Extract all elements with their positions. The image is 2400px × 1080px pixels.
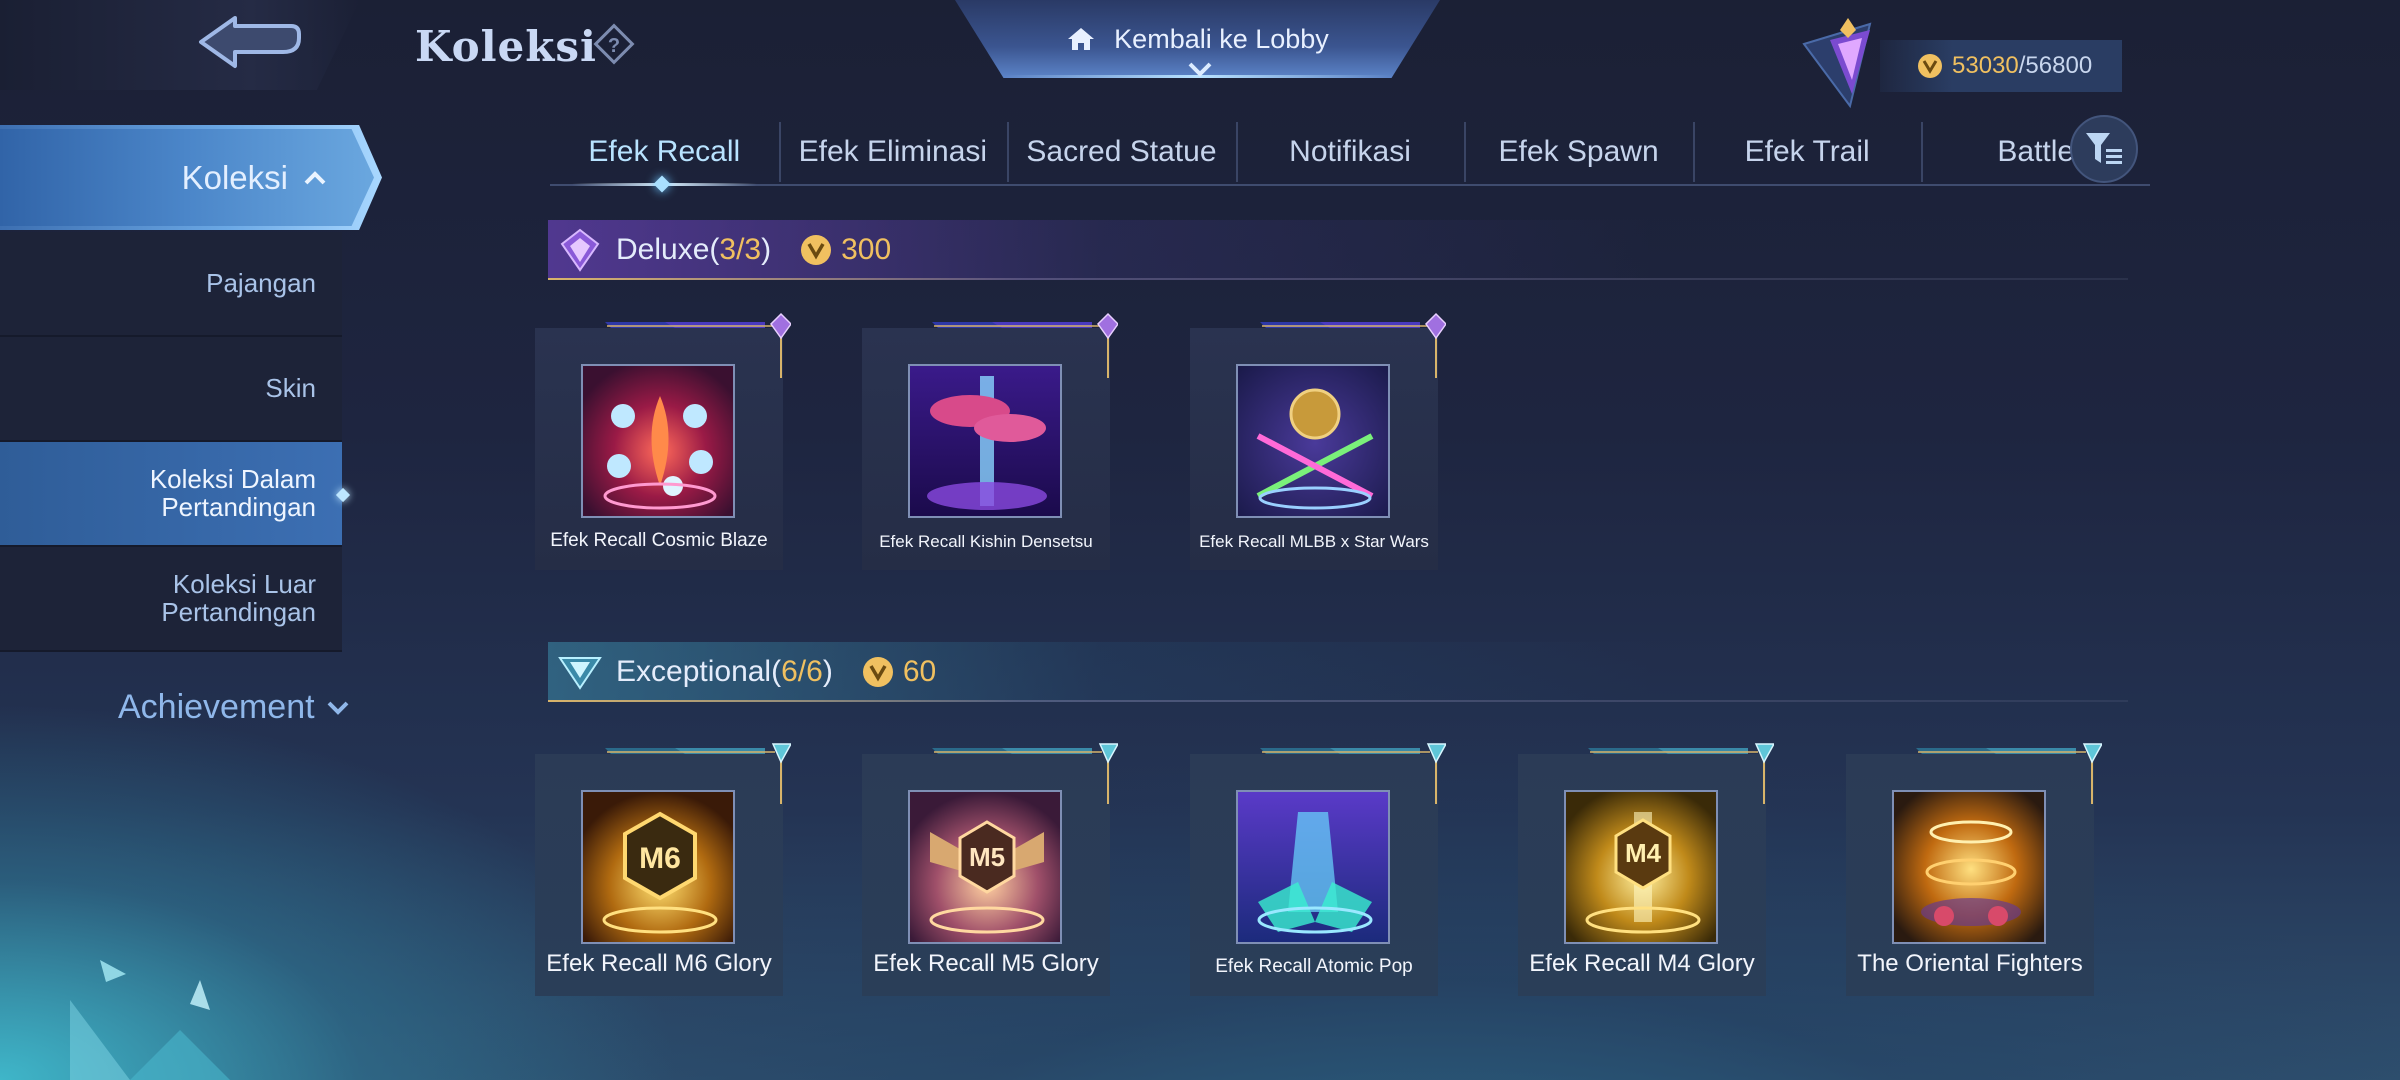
card-label: Efek Recall M5 Glory [873,950,1099,977]
card-label: Efek Recall MLBB x Star Wars [1199,532,1429,551]
section-price: 60 [902,655,937,688]
filter-button[interactable] [2070,115,2138,183]
sidebar-menu: Pajangan Skin Koleksi Dalam Pertandingan… [0,232,342,652]
collection-card[interactable]: Efek Recall MLBB x Star Wars [1190,312,1446,570]
sidebar-item-skin[interactable]: Skin [0,337,342,442]
section-name: Deluxe [616,233,710,266]
thumb-m5-text: M5 [969,842,1005,872]
card-label: Efek Recall M6 Glory [546,950,772,977]
category-tabs: Efek Recall Efek Eliminasi Sacred Statue… [550,120,2150,186]
sidebar-item-label: Pajangan [206,267,316,298]
page-title: Koleksi [415,22,597,71]
tab-efek-eliminasi[interactable]: Efek Eliminasi [778,120,1008,184]
chevron-down-icon [327,701,348,715]
sidebar-item-label: Koleksi Dalam Pertandingan [149,464,316,522]
sidebar-koleksi-label: Koleksi [181,158,288,196]
collection-card[interactable]: M5 Efek Recall M5 Glory [862,738,1118,996]
battle-point-icon [801,235,832,265]
points-current: 53030 [1952,52,2019,79]
sidebar-item-koleksi-dalam-pertandingan[interactable]: Koleksi Dalam Pertandingan [0,442,342,547]
tab-efek-recall[interactable]: Efek Recall [550,120,779,186]
decorative-shard-icon [70,960,230,1080]
card-thumbnail [908,364,1062,518]
card-thumbnail: M5 [908,790,1062,944]
chevron-down-icon [1188,62,1212,77]
card-thumbnail: M6 [581,790,735,944]
thumb-m6-text: M6 [639,842,681,875]
section-count-close: ) [761,233,772,266]
card-label: Efek Recall M4 Glory [1529,950,1755,977]
deluxe-gem-icon [560,228,600,272]
lobby-label: Kembali ke Lobby [1114,23,1329,54]
collection-card[interactable]: Efek Recall Cosmic Blaze [535,312,791,570]
tab-efek-trail[interactable]: Efek Trail [1692,120,1922,184]
battle-point-icon [1918,54,1942,78]
card-thumbnail [1892,790,2046,944]
section-header-deluxe: Deluxe(3/3) 300 [548,220,2128,280]
sidebar-item-label: Koleksi Luar Pertandingan [161,569,316,627]
card-label: Efek Recall Kishin Densetsu [879,532,1093,551]
home-icon [1068,28,1095,50]
back-arrow-icon [199,16,301,68]
sidebar-achievement[interactable]: Achievement [118,688,349,727]
filter-icon [2086,133,2122,164]
thumb-m4-text: M4 [1625,838,1662,868]
section-count: 3/3 [719,233,762,266]
card-label: The Oriental Fighters [1857,950,2083,977]
svg-text:?: ? [608,35,620,57]
tab-efek-spawn[interactable]: Efek Spawn [1464,120,1693,184]
section-header-exceptional: Exceptional(6/6) 60 [548,642,2128,702]
exceptional-gem-icon [558,657,602,690]
section-price: 300 [841,233,892,266]
section-count-close: ) [822,655,833,688]
sidebar-item-koleksi-luar-pertandingan[interactable]: Koleksi Luar Pertandingan [0,547,342,652]
back-button[interactable] [0,0,360,90]
battle-point-icon [862,657,893,687]
collection-card[interactable]: Efek Recall Kishin Densetsu [862,312,1118,570]
card-label: Efek Recall Cosmic Blaze [550,530,768,551]
section-count: 6/6 [781,655,823,688]
collection-card[interactable]: Efek Recall Atomic Pop [1190,738,1446,996]
collection-card[interactable]: M4 Efek Recall M4 Glory [1518,738,1774,996]
chevron-up-icon [304,170,326,184]
tab-notifikasi[interactable]: Notifikasi [1235,120,1465,184]
collection-card[interactable]: The Oriental Fighters [1846,738,2102,996]
sidebar-item-label: Skin [265,372,316,403]
section-name: Exceptional [616,655,772,688]
achievement-label: Achievement [118,688,315,726]
tab-sacred-statue[interactable]: Sacred Statue [1007,120,1236,184]
section-count-open: ( [771,655,782,688]
sidebar-koleksi-header[interactable]: Koleksi [0,125,382,230]
card-thumbnail [1236,364,1390,518]
points-max: 56800 [2025,52,2093,79]
section-count-open: ( [709,233,720,266]
card-thumbnail [581,364,735,518]
card-thumbnail [1236,790,1390,944]
collection-card[interactable]: M6 Efek Recall M6 Glory [535,738,791,996]
help-icon[interactable]: ? [592,22,636,66]
card-label: Efek Recall Atomic Pop [1215,956,1413,977]
card-thumbnail: M4 [1564,790,1718,944]
sidebar-item-pajangan[interactable]: Pajangan [0,232,342,337]
battle-points-display: 53030/56800 [1880,40,2122,92]
